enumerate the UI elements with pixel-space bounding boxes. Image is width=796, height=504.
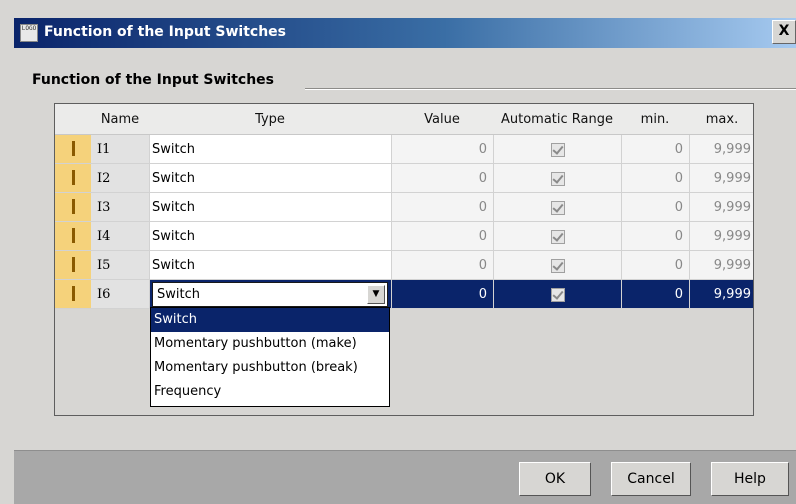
group-box-divider (305, 88, 796, 90)
window-title: Function of the Input Switches (44, 24, 286, 40)
row-min: 0 (621, 222, 689, 251)
group-box-title: Function of the Input Switches (32, 72, 274, 88)
auto-range-checkbox[interactable] (550, 142, 565, 157)
row-auto-range (493, 193, 621, 222)
column-header-name[interactable]: Name (91, 104, 149, 135)
row-auto-range (493, 135, 621, 164)
help-button[interactable]: Help (711, 462, 789, 496)
row-max: 9,999 (689, 135, 753, 164)
dropdown-option-frequency[interactable]: Frequency (151, 380, 389, 404)
row-value: 0 (391, 222, 493, 251)
table-row[interactable]: I2 Switch 0 0 9,999 (55, 164, 753, 193)
row-name: I3 (91, 193, 149, 222)
row-auto-range (493, 222, 621, 251)
input-indicator-icon (72, 199, 75, 214)
input-indicator-icon (72, 228, 75, 243)
dialog-window: LOGO Function of the Input Switches X Fu… (0, 0, 796, 504)
row-marker (55, 135, 91, 164)
row-marker (55, 164, 91, 193)
auto-range-checkbox[interactable] (550, 200, 565, 215)
table-row[interactable]: I1 Switch 0 0 9,999 (55, 135, 753, 164)
column-header-max[interactable]: max. (689, 104, 753, 135)
row-name: I6 (91, 280, 149, 309)
row-min: 0 (621, 164, 689, 193)
row-value: 0 (391, 135, 493, 164)
row-min: 0 (621, 193, 689, 222)
type-combobox[interactable]: Switch ▼ (152, 282, 388, 307)
row-type-cell[interactable]: Switch ▼ (149, 280, 391, 309)
row-value: 0 (391, 193, 493, 222)
chevron-down-icon[interactable]: ▼ (367, 285, 385, 304)
row-value: 0 (391, 164, 493, 193)
auto-range-checkbox[interactable] (550, 171, 565, 186)
row-marker (55, 251, 91, 280)
row-value: 0 (391, 251, 493, 280)
input-indicator-icon (72, 141, 75, 156)
row-value: 0 (391, 280, 493, 309)
type-dropdown-list: Switch Momentary pushbutton (make) Momen… (150, 307, 390, 407)
row-max: 9,999 (689, 164, 753, 193)
title-bar[interactable]: LOGO Function of the Input Switches (14, 18, 796, 48)
dropdown-option-switch[interactable]: Switch (151, 308, 389, 332)
input-indicator-icon (72, 286, 75, 301)
input-indicator-icon (72, 170, 75, 185)
row-marker (55, 222, 91, 251)
ok-button[interactable]: OK (519, 462, 591, 496)
row-name: I1 (91, 135, 149, 164)
row-max: 9,999 (689, 193, 753, 222)
row-min: 0 (621, 135, 689, 164)
auto-range-checkbox[interactable] (550, 229, 565, 244)
column-header-automatic-range[interactable]: Automatic Range (493, 104, 621, 135)
auto-range-checkbox[interactable] (550, 258, 565, 273)
row-name: I5 (91, 251, 149, 280)
row-marker (55, 193, 91, 222)
row-max: 9,999 (689, 251, 753, 280)
row-type-cell[interactable]: Switch (149, 135, 391, 164)
table-header: Name Type Value Automatic Range min. max… (55, 104, 753, 135)
app-logo-icon: LOGO (20, 24, 38, 42)
close-button[interactable]: X (772, 20, 796, 44)
table-row[interactable]: I3 Switch 0 0 9,999 (55, 193, 753, 222)
dropdown-option-momentary-make[interactable]: Momentary pushbutton (make) (151, 332, 389, 356)
row-auto-range (493, 280, 621, 309)
dropdown-option-momentary-break[interactable]: Momentary pushbutton (break) (151, 356, 389, 380)
table-row[interactable]: I5 Switch 0 0 9,999 (55, 251, 753, 280)
combobox-value: Switch (157, 287, 200, 302)
row-max: 9,999 (689, 280, 753, 309)
row-min: 0 (621, 251, 689, 280)
input-indicator-icon (72, 257, 75, 272)
row-auto-range (493, 164, 621, 193)
cancel-button[interactable]: Cancel (611, 462, 691, 496)
row-name: I4 (91, 222, 149, 251)
column-header-min[interactable]: min. (621, 104, 689, 135)
table-row-selected[interactable]: I6 Switch ▼ 0 0 9,999 (55, 280, 753, 309)
row-type-cell[interactable]: Switch (149, 251, 391, 280)
row-marker (55, 280, 91, 309)
auto-range-checkbox[interactable] (550, 287, 565, 302)
row-max: 9,999 (689, 222, 753, 251)
row-min: 0 (621, 280, 689, 309)
column-header-value[interactable]: Value (391, 104, 493, 135)
row-name: I2 (91, 164, 149, 193)
table-row[interactable]: I4 Switch 0 0 9,999 (55, 222, 753, 251)
row-type-cell[interactable]: Switch (149, 193, 391, 222)
row-auto-range (493, 251, 621, 280)
column-header-type[interactable]: Type (149, 104, 391, 135)
row-type-cell[interactable]: Switch (149, 222, 391, 251)
row-type-cell[interactable]: Switch (149, 164, 391, 193)
